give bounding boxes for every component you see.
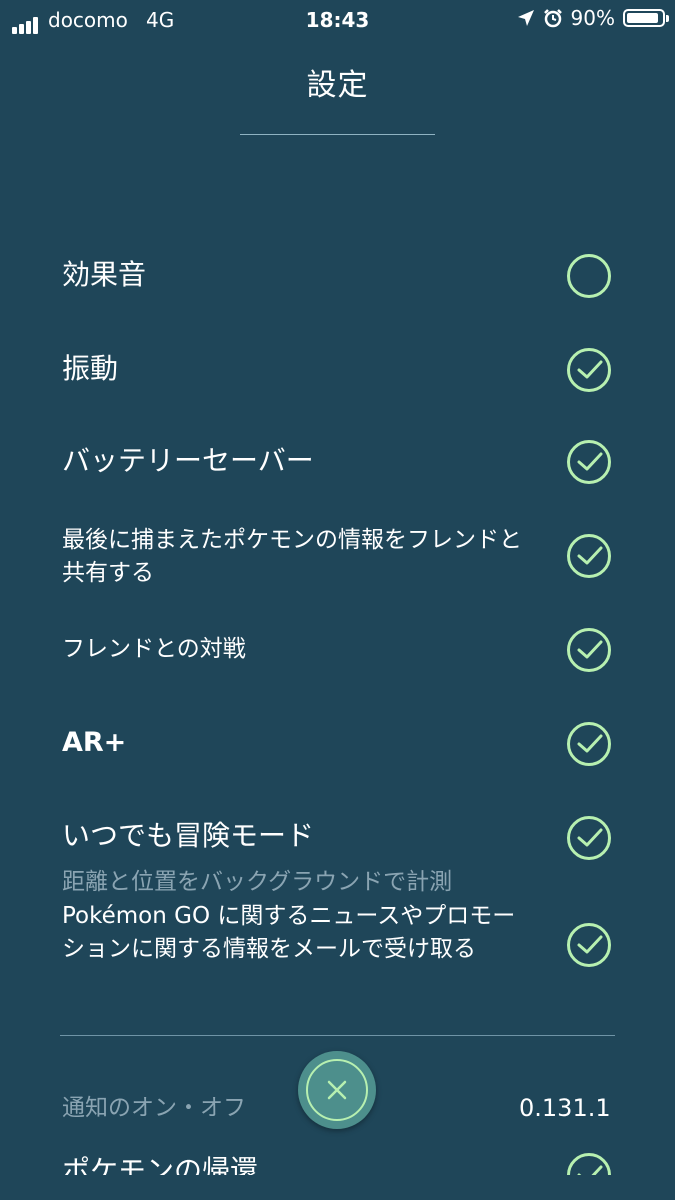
check-toggle[interactable] (567, 254, 611, 298)
battery-icon (623, 9, 669, 27)
notifications-section-label[interactable]: 通知のオン・オフ (62, 1088, 246, 1122)
title-underline (240, 134, 435, 135)
check-toggle[interactable] (567, 440, 611, 484)
checkmark-icon (577, 452, 603, 471)
setting-label: AR+ (62, 727, 127, 758)
status-right-group: 90% (517, 6, 669, 30)
setting-label: 振動 (62, 352, 119, 385)
setting-label: いつでも冒険モード (62, 819, 315, 852)
location-arrow-icon (517, 10, 534, 26)
setting-label: 効果音 (62, 258, 147, 291)
battery-fill (627, 13, 658, 23)
setting-sublabel: 距離と位置をバックグラウンドで計測 (62, 869, 453, 895)
check-toggle[interactable] (567, 722, 611, 766)
battery-percent: 90% (570, 6, 615, 30)
setting-label: バッテリーセーバー (62, 444, 314, 477)
app-version: 0.131.1 (519, 1094, 611, 1122)
check-toggle[interactable] (567, 923, 611, 967)
setting-label: Pokémon GO に関するニュースやプロモーションに関する情報をメールで受け… (62, 903, 516, 962)
check-toggle[interactable] (567, 348, 611, 392)
checkmark-icon (577, 640, 603, 659)
battery-tip (666, 15, 669, 22)
setting-label: 最後に捕まえたポケモンの情報をフレンドと共有する (62, 527, 522, 586)
checkmark-icon (577, 828, 603, 847)
checkmark-icon (577, 1165, 603, 1175)
checkmark-icon (577, 360, 603, 379)
check-toggle[interactable] (567, 1153, 611, 1175)
setting-label: ポケモンの帰還 (62, 1154, 259, 1175)
setting-label: フレンドとの対戦 (62, 636, 246, 662)
status-bar: docomo 4G 18:43 90% (0, 0, 675, 38)
checkmark-icon (577, 935, 603, 954)
close-button-ring (306, 1059, 368, 1121)
close-button[interactable] (298, 1051, 376, 1129)
page-title: 設定 (306, 68, 369, 103)
alarm-clock-icon (543, 9, 562, 28)
close-icon (327, 1080, 347, 1100)
check-toggle[interactable] (567, 816, 611, 860)
check-toggle[interactable] (567, 534, 611, 578)
section-divider (60, 1035, 615, 1036)
check-toggle[interactable] (567, 628, 611, 672)
checkmark-icon (577, 546, 603, 565)
checkmark-icon (577, 734, 603, 753)
settings-list[interactable]: 音楽 効果音 振動 バッテリーセーバー 最後に捕まえたポケモンの情報をフレンドと… (0, 182, 675, 1175)
